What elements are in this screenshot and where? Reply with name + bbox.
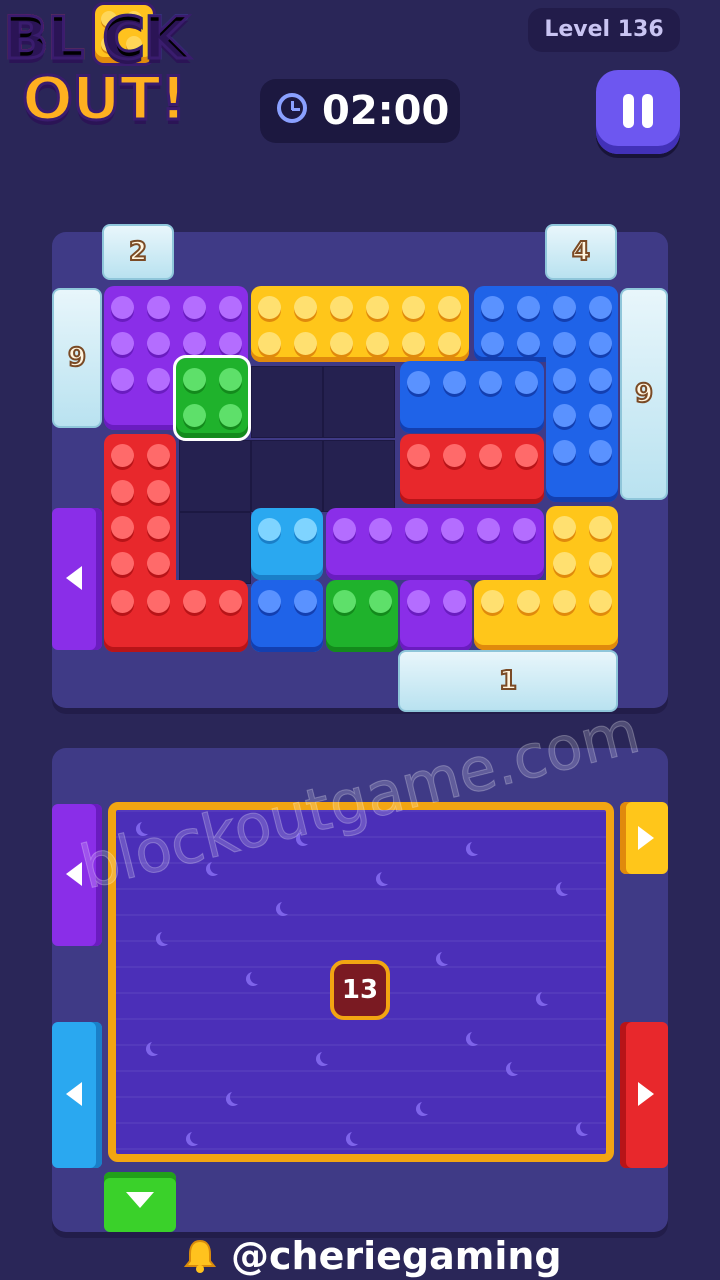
moon-decoration: [250, 970, 264, 984]
exit-gate-left-purple: [52, 508, 102, 650]
pause-button[interactable]: [596, 70, 680, 154]
moon-decoration: [470, 840, 484, 854]
level-label: Level 136: [528, 8, 680, 52]
arrow-left-icon: [66, 1082, 82, 1106]
arrow-right-icon: [638, 826, 654, 850]
side-gate-yellow: [620, 802, 668, 874]
red-block-l-shape[interactable]: [104, 580, 248, 652]
moon-decoration: [160, 930, 174, 944]
moon-decoration: [210, 860, 224, 874]
side-gate-purple: [52, 804, 102, 946]
cyan-block-small[interactable]: [251, 508, 323, 580]
clock-icon: [277, 93, 307, 123]
moon-decoration: [140, 820, 154, 834]
green-block-selected[interactable]: [173, 355, 251, 441]
board-cell: [251, 440, 323, 512]
board-cell: [323, 440, 395, 512]
moon-decoration: [190, 1130, 204, 1144]
green-block-bottom[interactable]: [326, 580, 398, 652]
timer: 02:00: [260, 79, 460, 143]
arrow-down-icon: [126, 1192, 154, 1208]
purple-block-bar[interactable]: [326, 508, 544, 580]
moon-decoration: [440, 950, 454, 964]
gate-count: 4: [571, 236, 591, 268]
moon-decoration: [280, 900, 294, 914]
moon-decoration: [300, 830, 314, 844]
purple-block-bottom[interactable]: [400, 580, 472, 652]
gate-count: 1: [498, 665, 518, 697]
logo-line-2: OUT!: [20, 64, 188, 134]
timer-value: 02:00: [322, 88, 450, 134]
board-cell: [179, 512, 251, 584]
blue-block-bottom[interactable]: [251, 580, 323, 652]
moon-decoration: [350, 1130, 364, 1144]
moon-decoration: [420, 1100, 434, 1114]
exit-gate-bottom: 1: [398, 650, 618, 712]
arrow-left-icon: [66, 566, 82, 590]
moon-decoration: [320, 1050, 334, 1064]
side-gate-cyan: [52, 1022, 102, 1168]
moon-decoration: [470, 1030, 484, 1044]
remaining-count-badge: 13: [330, 960, 390, 1020]
moon-decoration: [560, 880, 574, 894]
gate-count: 9: [67, 342, 87, 374]
moon-decoration: [380, 870, 394, 884]
bell-icon: [183, 1239, 217, 1273]
arrow-right-icon: [638, 1082, 654, 1106]
handle-text: @cheriegaming: [231, 1234, 562, 1278]
board-cell: [251, 366, 323, 438]
moon-decoration: [150, 1040, 164, 1054]
exit-gate-top-left: 2: [102, 224, 174, 280]
moon-decoration: [540, 990, 554, 1004]
exit-gate-right: 9: [620, 288, 668, 500]
yellow-block-top[interactable]: [251, 286, 469, 362]
logo-line-1: BL CK: [3, 4, 191, 72]
blue-block-middle[interactable]: [400, 361, 544, 433]
exit-gate-top-right: 4: [545, 224, 617, 280]
board-cell: [323, 366, 395, 438]
moon-decoration: [230, 1090, 244, 1104]
gate-count: 2: [128, 236, 148, 268]
exit-gate-left: 9: [52, 288, 102, 428]
yellow-block-bottom-right[interactable]: [474, 580, 618, 650]
game-logo: BL CK OUT!: [0, 0, 262, 150]
moon-decoration: [580, 1120, 594, 1134]
arrow-left-icon: [66, 862, 82, 886]
gate-count: 9: [634, 378, 654, 410]
moon-decoration: [510, 1060, 524, 1074]
blue-block-top-right[interactable]: [546, 286, 618, 502]
creator-handle: @cheriegaming: [183, 1232, 562, 1280]
board-cell: [179, 440, 251, 512]
side-gate-green: [104, 1172, 176, 1232]
side-gate-red: [620, 1022, 668, 1168]
red-block-middle[interactable]: [400, 434, 544, 504]
